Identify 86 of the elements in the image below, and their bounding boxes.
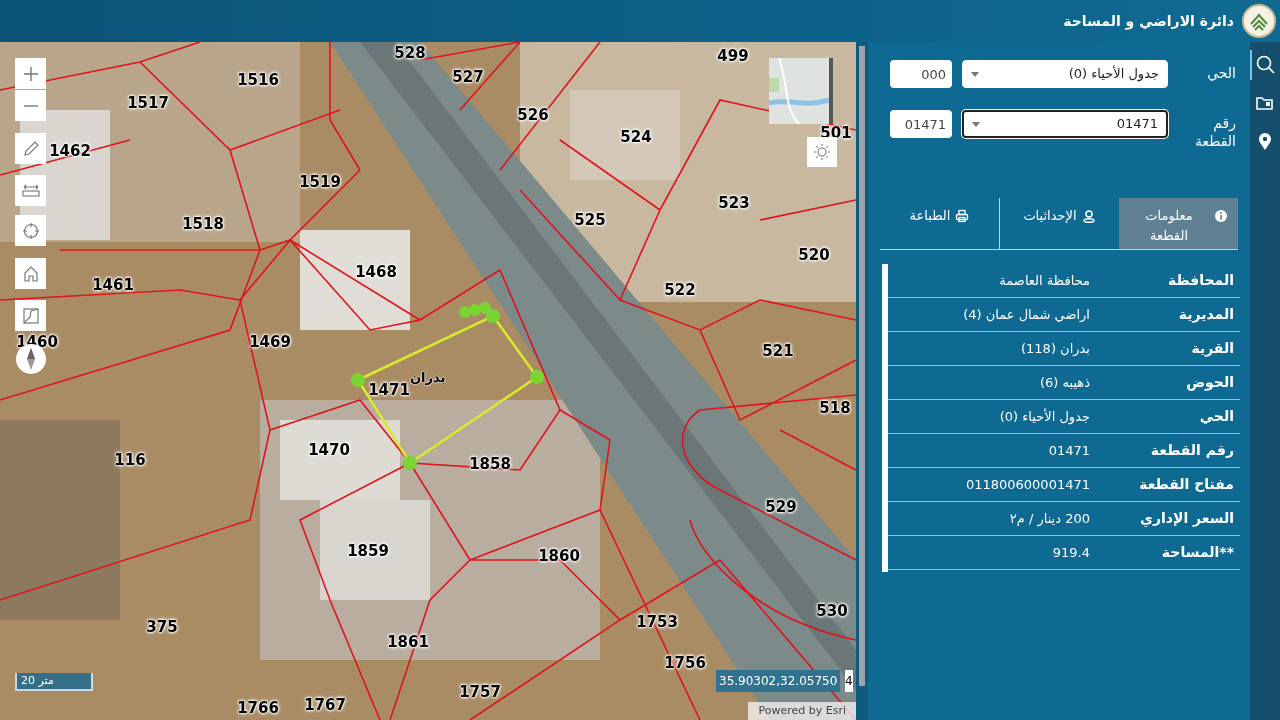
parcel-number: 520 [798, 244, 830, 266]
coordinates-readout-overflow: 4 [845, 670, 853, 692]
select-area-button[interactable] [15, 300, 46, 331]
crosshair-icon [20, 220, 41, 241]
parcel-number: 1860 [538, 545, 580, 567]
scale-bar: 20 متر [15, 673, 93, 691]
detail-label: السعر الإداري [1139, 509, 1235, 529]
parcel-number: 1462 [49, 140, 91, 162]
sun-icon [813, 143, 831, 161]
parcel-number: 1469 [249, 331, 291, 353]
detail-label: المحافظة [1166, 271, 1235, 290]
parcel-number: 1470 [308, 439, 350, 461]
parcel-number: 522 [664, 279, 696, 301]
detail-value: بدران (118) [1021, 339, 1090, 358]
site-title: دائرة الاراضي و المساحة [1063, 11, 1234, 32]
info-icon [1214, 209, 1228, 223]
detail-label: **المساحة [1160, 543, 1235, 562]
parcel-number: 1757 [459, 681, 501, 703]
parcel-number: 521 [762, 340, 794, 362]
tab[interactable]: الإحداثيات [999, 198, 1119, 249]
detail-label: مفتاح القطعة [1138, 475, 1235, 494]
detail-label: القرية [1190, 339, 1235, 359]
parcel-number: 523 [718, 192, 750, 214]
field-label: رقم القطعة [1194, 114, 1236, 150]
measure-button[interactable] [15, 175, 46, 206]
parcel-number: 375 [146, 616, 178, 638]
search-icon [1255, 54, 1277, 76]
detail-label: المديرية [1177, 305, 1235, 325]
person-pin-icon [1081, 209, 1096, 223]
parcel-number: 1766 [237, 697, 279, 719]
detail-value: 919.4 [1052, 543, 1090, 562]
parcel-number: 528 [394, 42, 426, 64]
parcel-number: 1468 [355, 261, 397, 283]
emblem-icon [1242, 4, 1276, 38]
parcel-number: 1517 [127, 92, 169, 114]
field-label: الحي [1206, 64, 1236, 82]
parcel-number: 499 [717, 45, 749, 67]
detail-label: رقم القطعة [1149, 441, 1235, 460]
code-field[interactable]: 000 [890, 60, 952, 88]
tab[interactable]: معلومات القطعة [1119, 198, 1238, 249]
detail-value: 011800600001471 [965, 475, 1090, 494]
detail-value: ذهيبه (6) [1039, 373, 1090, 392]
parcel-number: 527 [452, 66, 484, 88]
printer-icon [955, 209, 970, 223]
pencil-button[interactable] [15, 133, 46, 164]
code-field[interactable]: 01471 [890, 110, 952, 138]
parcel-number: 1471 [368, 379, 410, 401]
detail-label: الحي [1198, 407, 1235, 426]
caret-icon [971, 71, 979, 77]
minus-icon [23, 104, 38, 107]
parcel-number: 116 [114, 449, 146, 471]
parcel-number: 1516 [237, 69, 279, 91]
polygon-select-icon [20, 305, 41, 326]
area-label: بدران [410, 369, 446, 387]
attribution-bar: Powered by Esri [748, 702, 856, 720]
parcel-number: 530 [816, 600, 848, 622]
coordinates-readout: 35.90302,32.05750 [716, 670, 841, 692]
detail-value: اراضي شمال عمان (4) [963, 305, 1090, 324]
locate-button[interactable] [15, 215, 46, 246]
detail-label: الحوض [1185, 373, 1235, 393]
parcel-number: 1518 [182, 213, 224, 235]
sun-button[interactable] [807, 137, 837, 167]
detail-value: جدول الأحياء (0) [999, 407, 1090, 427]
home-button[interactable] [15, 258, 46, 289]
parcel-number: 525 [574, 209, 606, 231]
parcel-number: 529 [765, 496, 797, 518]
parcel-number: 501 [820, 122, 852, 144]
parcel-number: 1460 [16, 331, 58, 353]
zoom-in-button[interactable] [15, 58, 46, 89]
parcel-number: 524 [620, 126, 652, 148]
dropdown[interactable]: 01471 [962, 110, 1168, 138]
zoom-out-button[interactable] [15, 90, 46, 121]
caret-icon [972, 121, 980, 127]
detail-value: محافظة العاصمة [999, 271, 1090, 290]
parcel-number: 518 [819, 397, 851, 419]
compass-icon [26, 348, 36, 370]
detail-value: 200 دينار / م٢ [1009, 509, 1090, 529]
dropdown[interactable]: جدول الأحياء (0) [962, 60, 1168, 88]
parcel-number: 1767 [304, 694, 346, 716]
parcel-number: 1859 [347, 540, 389, 562]
parcel-number: 1519 [299, 171, 341, 193]
parcel-number: 1858 [469, 453, 511, 475]
tab[interactable]: الطباعة [880, 198, 999, 249]
parcel-number: 1461 [92, 274, 134, 296]
basemap-thumbnail[interactable] [769, 58, 833, 124]
detail-value: 01471 [1048, 441, 1090, 460]
